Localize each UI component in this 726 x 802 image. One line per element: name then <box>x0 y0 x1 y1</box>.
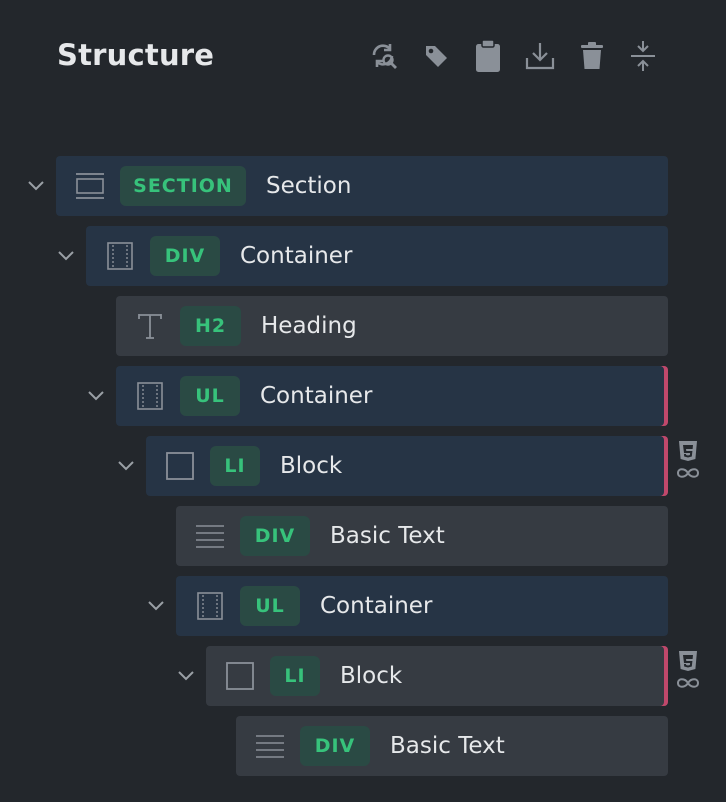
element-tag: LI <box>210 446 260 486</box>
tree-row-ul-container[interactable]: UL Container <box>176 576 668 636</box>
paragraph-icon <box>196 525 224 548</box>
structure-panel: Structure SECTION Section DIV Container … <box>0 0 726 802</box>
element-label: Container <box>240 243 353 269</box>
element-tag: DIV <box>240 516 310 556</box>
expand-toggle[interactable] <box>84 384 108 408</box>
collapse-all-button[interactable] <box>625 38 661 74</box>
element-label: Block <box>280 453 343 479</box>
tree-row-section[interactable]: SECTION Section <box>56 156 668 216</box>
infinity-icon[interactable] <box>675 466 701 480</box>
tree-row-basic-text[interactable]: DIV Basic Text <box>176 506 668 566</box>
element-label: Basic Text <box>390 733 505 759</box>
tree-row-heading[interactable]: H2 Heading <box>116 296 668 356</box>
panel-title: Structure <box>57 38 215 72</box>
expand-toggle[interactable] <box>54 244 78 268</box>
css3-icon[interactable] <box>678 650 698 672</box>
download-icon <box>525 43 555 70</box>
row-badges <box>673 650 703 690</box>
tree-row-ul-container[interactable]: UL Container <box>116 366 668 426</box>
tree-row-div-container[interactable]: DIV Container <box>86 226 668 286</box>
paragraph-icon <box>256 735 284 758</box>
chevron-down-icon <box>148 601 164 611</box>
row-badges <box>673 440 703 480</box>
tag-icon <box>426 46 447 67</box>
element-tag: SECTION <box>120 166 246 206</box>
container-icon <box>137 382 163 410</box>
sync-search-icon <box>372 44 397 69</box>
expand-toggle[interactable] <box>174 664 198 688</box>
element-tag: UL <box>240 586 300 626</box>
chevron-down-icon <box>178 671 194 681</box>
element-tag: DIV <box>150 236 220 276</box>
chevron-down-icon <box>118 461 134 471</box>
delete-button[interactable] <box>574 38 610 74</box>
chevron-down-icon <box>28 181 44 191</box>
element-label: Container <box>260 383 373 409</box>
container-icon <box>197 592 223 620</box>
clipboard-button[interactable] <box>470 38 506 74</box>
element-label: Container <box>320 593 433 619</box>
tag-button[interactable] <box>418 38 454 74</box>
chevron-down-icon <box>58 251 74 261</box>
section-icon <box>76 173 104 199</box>
expand-toggle[interactable] <box>144 594 168 618</box>
element-label: Heading <box>261 313 357 339</box>
css3-icon[interactable] <box>678 440 698 462</box>
expand-toggle[interactable] <box>24 174 48 198</box>
element-tag: UL <box>180 376 240 416</box>
sync-search-button[interactable] <box>366 38 402 74</box>
element-tag: DIV <box>300 726 370 766</box>
infinity-icon[interactable] <box>675 676 701 690</box>
element-tag: LI <box>270 656 320 696</box>
block-icon <box>226 662 254 690</box>
element-label: Basic Text <box>330 523 445 549</box>
text-icon <box>138 314 162 339</box>
tree-row-basic-text[interactable]: DIV Basic Text <box>236 716 668 776</box>
expand-toggle[interactable] <box>114 454 138 478</box>
collapse-icon <box>631 41 655 71</box>
element-tag: H2 <box>180 306 241 346</box>
chevron-down-icon <box>88 391 104 401</box>
clipboard-icon <box>476 39 500 72</box>
element-label: Block <box>340 663 403 689</box>
tree-row-li-block[interactable]: LI Block <box>146 436 668 496</box>
container-icon <box>107 242 133 270</box>
tree-row-li-block[interactable]: LI Block <box>206 646 668 706</box>
trash-icon <box>581 42 603 69</box>
block-icon <box>166 452 194 480</box>
element-label: Section <box>266 173 352 199</box>
download-button[interactable] <box>522 38 558 74</box>
